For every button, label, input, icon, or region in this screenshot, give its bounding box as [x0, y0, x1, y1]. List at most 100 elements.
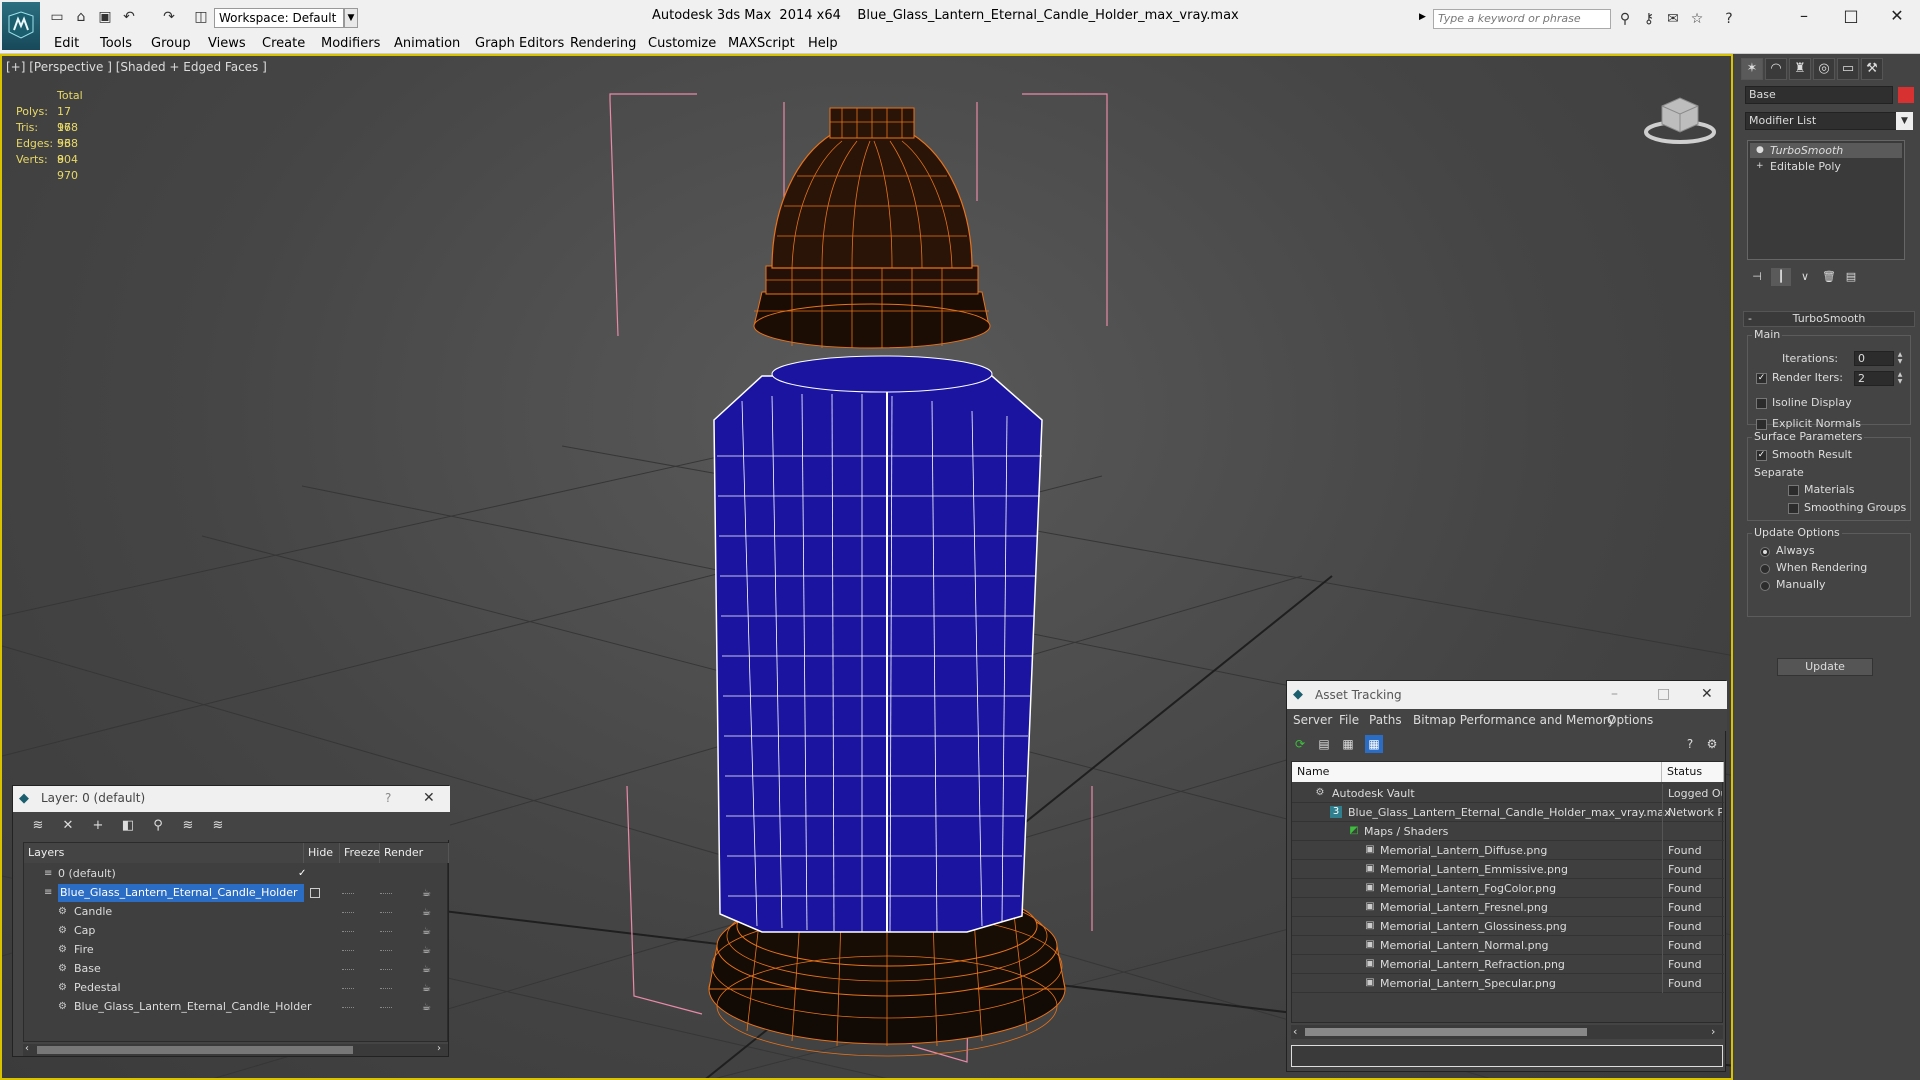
modifier-list-dropdown[interactable]: Modifier List: [1745, 112, 1905, 130]
hide-all-layers-icon[interactable]: ≋: [179, 817, 197, 835]
layers-icon[interactable]: ≋: [29, 817, 47, 835]
layer-window-titlebar[interactable]: ◆ Layer: 0 (default) ? ✕: [13, 786, 450, 812]
menu-animation[interactable]: Animation: [394, 35, 460, 53]
freeze-toggle[interactable]: [380, 893, 392, 895]
motion-tab-icon[interactable]: ◎: [1813, 58, 1835, 80]
asset-row[interactable]: ▣ Memorial_Lantern_Refraction.png Found: [1292, 955, 1724, 974]
create-tab-icon[interactable]: ✶: [1741, 58, 1763, 80]
minimize-icon[interactable]: –: [1611, 686, 1618, 702]
current-layer-icon[interactable]: [310, 888, 320, 898]
asset-row[interactable]: ▣ Memorial_Lantern_Fresnel.png Found: [1292, 898, 1724, 917]
table-view-icon[interactable]: ▦: [1365, 735, 1383, 753]
manually-radio[interactable]: [1760, 581, 1770, 591]
column-header-hide[interactable]: Hide: [304, 843, 340, 863]
teapot-render-icon[interactable]: ☕: [422, 907, 431, 918]
layer-row[interactable]: ⚙ Base ☕: [24, 960, 449, 979]
scroll-right-icon[interactable]: ›: [437, 1043, 441, 1054]
maximize-icon[interactable]: □: [1837, 6, 1865, 28]
close-icon[interactable]: ✕: [1883, 6, 1911, 28]
horizontal-scrollbar[interactable]: ‹ ›: [1291, 1025, 1723, 1039]
close-icon[interactable]: ✕: [1701, 686, 1713, 702]
menu-create[interactable]: Create: [262, 35, 305, 53]
maximize-icon[interactable]: □: [1657, 686, 1670, 702]
search-expand-icon[interactable]: ▶: [1419, 12, 1426, 22]
viewcube-icon[interactable]: [1640, 90, 1720, 150]
workspace-dropdown[interactable]: Workspace: Default: [214, 8, 344, 28]
asset-row[interactable]: ▣ Memorial_Lantern_Diffuse.png Found: [1292, 841, 1724, 860]
freeze-toggle[interactable]: [380, 1007, 392, 1009]
help-icon[interactable]: ?: [385, 791, 391, 805]
display-tab-icon[interactable]: ▭: [1837, 58, 1859, 80]
collapse-icon[interactable]: -: [1748, 312, 1752, 326]
freeze-toggle[interactable]: [380, 912, 392, 914]
chevron-down-icon[interactable]: ▼: [344, 8, 358, 28]
freeze-toggle[interactable]: [380, 950, 392, 952]
always-radio[interactable]: [1760, 547, 1770, 557]
thumbnail-view-icon[interactable]: ▦: [1339, 735, 1357, 753]
subscription-icon[interactable]: ⚷: [1640, 10, 1658, 28]
freeze-toggle[interactable]: [380, 988, 392, 990]
scroll-right-icon[interactable]: ›: [1711, 1025, 1715, 1038]
freeze-toggle[interactable]: [380, 969, 392, 971]
hide-toggle[interactable]: [342, 1007, 354, 1009]
explicit-normals-checkbox[interactable]: [1756, 419, 1767, 430]
teapot-render-icon[interactable]: ☕: [422, 926, 431, 937]
asset-row[interactable]: ▣ Memorial_Lantern_Emmissive.png Found: [1292, 860, 1724, 879]
teapot-render-icon[interactable]: ☕: [422, 964, 431, 975]
iterations-spinner[interactable]: 0: [1854, 351, 1894, 366]
scroll-left-icon[interactable]: ‹: [25, 1043, 29, 1054]
menu-views[interactable]: Views: [208, 35, 246, 53]
column-header-render[interactable]: Render: [380, 843, 449, 863]
update-button[interactable]: Update: [1777, 658, 1873, 676]
asset-row[interactable]: ◩ Maps / Shaders: [1292, 822, 1724, 841]
close-icon[interactable]: ✕: [423, 790, 435, 806]
asset-menu-file[interactable]: File: [1339, 713, 1359, 727]
asset-row[interactable]: ⚙ Autodesk Vault Logged Out: [1292, 784, 1724, 803]
spinner-arrows-icon[interactable]: ▲ ▼: [1896, 371, 1904, 386]
object-color-swatch[interactable]: [1898, 87, 1914, 103]
teapot-render-icon[interactable]: ☕: [422, 1002, 431, 1013]
add-layer-icon[interactable]: +: [89, 817, 107, 835]
chevron-down-icon[interactable]: ▼: [1896, 112, 1913, 130]
materials-checkbox[interactable]: [1788, 485, 1799, 496]
teapot-render-icon[interactable]: ☕: [422, 983, 431, 994]
modify-tab-icon[interactable]: ◠: [1765, 58, 1787, 80]
asset-row[interactable]: ▣ Memorial_Lantern_Specular.png Found: [1292, 974, 1724, 993]
freeze-all-layers-icon[interactable]: ≋: [209, 817, 227, 835]
teapot-render-icon[interactable]: ☕: [422, 888, 431, 899]
freeze-toggle[interactable]: [380, 931, 392, 933]
menu-rendering[interactable]: Rendering: [570, 35, 636, 53]
highlight-selected-icon[interactable]: ⚲: [149, 817, 167, 835]
menu-edit[interactable]: Edit: [54, 35, 79, 53]
asset-row[interactable]: 3 Blue_Glass_Lantern_Eternal_Candle_Hold…: [1292, 803, 1724, 822]
column-header-name[interactable]: Name: [1292, 762, 1662, 782]
pin-stack-icon[interactable]: ⊣: [1747, 268, 1767, 286]
render-iters-checkbox[interactable]: ✓: [1756, 373, 1767, 384]
configure-sets-icon[interactable]: ▤: [1841, 268, 1861, 286]
layer-row[interactable]: ⚙ Candle ☕: [24, 903, 449, 922]
make-unique-icon[interactable]: ∨: [1795, 268, 1815, 286]
project-folder-icon[interactable]: ◫: [192, 8, 210, 26]
delete-layer-icon[interactable]: ✕: [59, 817, 77, 835]
list-view-icon[interactable]: ▤: [1315, 735, 1333, 753]
layer-row[interactable]: ⚙ Pedestal ☕: [24, 979, 449, 998]
layer-row[interactable]: ⚙ Blue_Glass_Lantern_Eternal_Candle_Hold…: [24, 998, 449, 1017]
menu-modifiers[interactable]: Modifiers: [321, 35, 380, 53]
asset-row[interactable]: ▣ Memorial_Lantern_Glossiness.png Found: [1292, 917, 1724, 936]
object-name-field[interactable]: Base: [1745, 86, 1893, 104]
show-end-result-icon[interactable]: ┃: [1771, 268, 1791, 286]
asset-window-titlebar[interactable]: ◆ Asset Tracking – □ ✕: [1287, 681, 1727, 709]
rollout-header[interactable]: - TurboSmooth: [1743, 311, 1915, 327]
search-input[interactable]: Type a keyword or phrase: [1433, 9, 1611, 29]
menu-customize[interactable]: Customize: [648, 35, 716, 53]
help-icon[interactable]: ?: [1681, 735, 1699, 753]
hide-toggle[interactable]: [342, 950, 354, 952]
teapot-render-icon[interactable]: ☕: [422, 945, 431, 956]
scrollbar-thumb[interactable]: [37, 1046, 353, 1054]
app-menu-button[interactable]: [2, 2, 40, 50]
column-header-status[interactable]: Status: [1662, 762, 1724, 782]
when-rendering-radio[interactable]: [1760, 564, 1770, 574]
menu-help[interactable]: Help: [808, 35, 838, 53]
lightbulb-icon[interactable]: ●: [1756, 146, 1765, 155]
new-file-icon[interactable]: ▭: [48, 8, 66, 26]
